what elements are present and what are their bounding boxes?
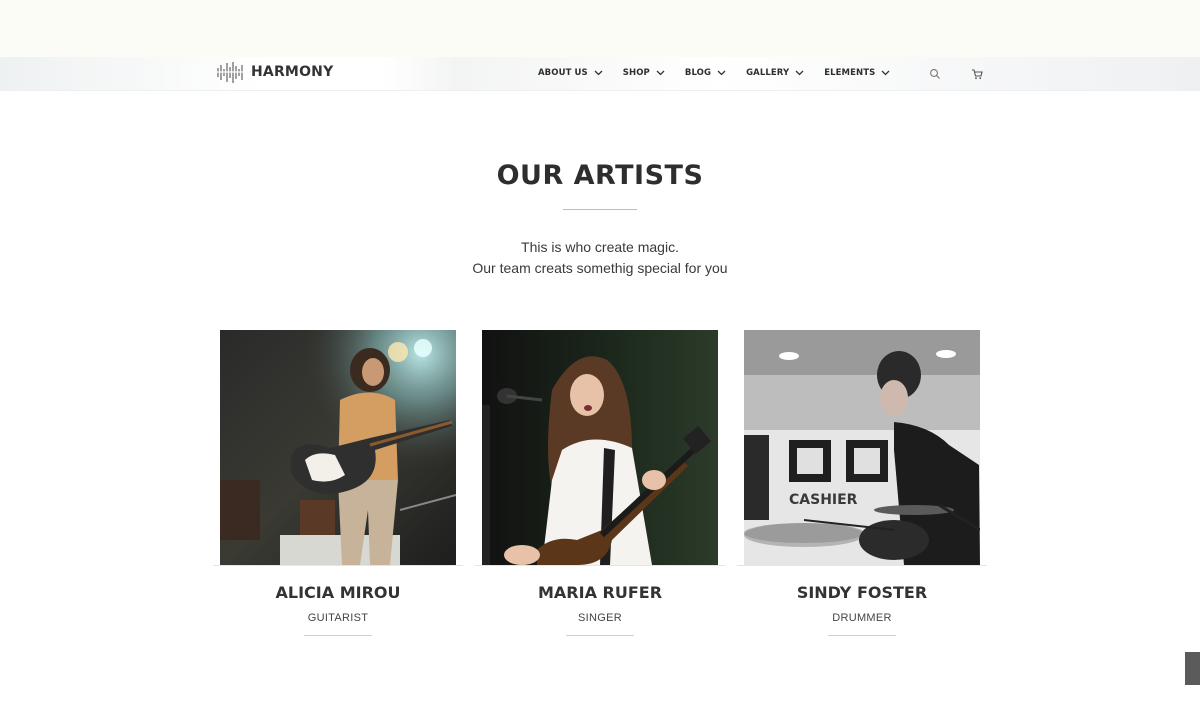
search-icon	[930, 69, 940, 79]
nav-item-label: ABOUT US	[538, 68, 588, 78]
card-divider	[475, 565, 725, 566]
nav-item-shop[interactable]: SHOP	[623, 66, 665, 80]
section-title: OUR ARTISTS	[496, 160, 704, 191]
intro-line-2: Our team creats somethig special for you	[472, 260, 728, 276]
nav-item-label: BLOG	[684, 68, 712, 78]
title-divider	[563, 209, 637, 210]
section-intro: This is who create magic. Our team creat…	[0, 237, 1200, 279]
artist-photo[interactable]: CASHIER	[744, 330, 980, 565]
drummer-photo: CASHIER	[744, 330, 980, 565]
nav-item-about-us[interactable]: ABOUT US	[538, 66, 603, 80]
nav-item-label: SHOP	[622, 68, 650, 78]
artist-name[interactable]: ALICIA MIROU	[220, 583, 456, 602]
artist-role: GUITARIST	[307, 612, 369, 624]
site-header: HARMONY ABOUT US SHOP BLOG GALLERY ELEME…	[0, 57, 1200, 91]
cashier-sign: CASHIER	[789, 492, 858, 508]
artist-name[interactable]: SINDY FOSTER	[744, 583, 980, 602]
role-divider	[304, 635, 372, 636]
nav-item-elements[interactable]: ELEMENTS	[824, 66, 890, 80]
artist-name[interactable]: MARIA RUFER	[482, 583, 718, 602]
artist-role: SINGER	[578, 612, 622, 624]
role-divider	[566, 635, 634, 636]
scroll-to-top-button[interactable]	[1185, 652, 1200, 685]
sound-wave-logo-icon	[216, 62, 244, 83]
main-nav: ABOUT US SHOP BLOG GALLERY ELEMENTS	[538, 66, 910, 80]
brand-name: HARMONY	[251, 64, 334, 80]
artist-role: DRUMMER	[832, 612, 892, 624]
card-divider	[213, 565, 463, 566]
artist-photo[interactable]	[220, 330, 456, 565]
singer-photo	[482, 330, 718, 565]
brand-logo[interactable]: HARMONY	[216, 60, 333, 84]
search-button[interactable]	[929, 67, 941, 85]
artist-photo[interactable]	[482, 330, 718, 565]
nav-item-label: GALLERY	[746, 68, 790, 78]
intro-line-1: This is who create magic.	[521, 239, 679, 255]
card-divider	[737, 565, 987, 566]
chevron-down-icon	[881, 70, 890, 76]
chevron-down-icon	[594, 70, 603, 76]
chevron-down-icon	[656, 70, 665, 76]
guitarist-photo	[220, 330, 456, 565]
nav-item-blog[interactable]: BLOG	[685, 66, 726, 80]
cart-icon	[972, 69, 983, 80]
chevron-down-icon	[717, 70, 726, 76]
top-band	[0, 0, 1200, 57]
nav-item-gallery[interactable]: GALLERY	[746, 66, 804, 80]
cart-button[interactable]	[971, 67, 983, 85]
role-divider	[828, 635, 896, 636]
chevron-down-icon	[795, 70, 804, 76]
nav-item-label: ELEMENTS	[824, 68, 876, 78]
